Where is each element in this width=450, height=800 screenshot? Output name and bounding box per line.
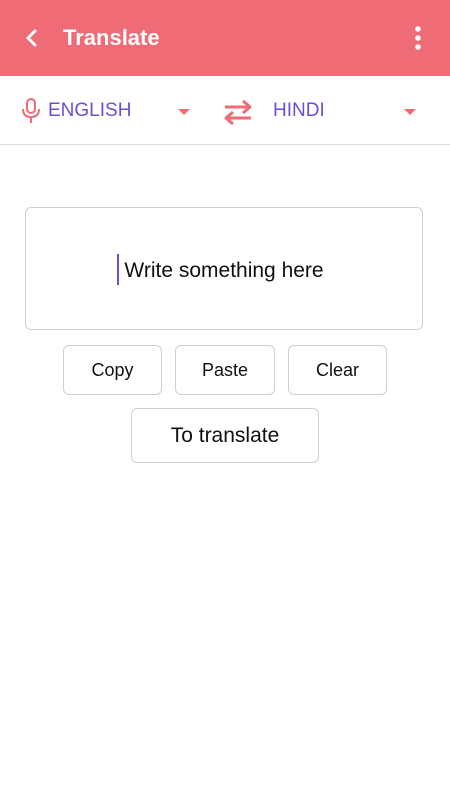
arrow-back-icon bbox=[26, 29, 37, 47]
more-vert-icon bbox=[415, 26, 421, 50]
microphone-icon[interactable] bbox=[20, 98, 42, 124]
text-input-box[interactable]: Write something here bbox=[25, 207, 423, 330]
target-language-select[interactable]: HINDI bbox=[273, 100, 325, 122]
input-placeholder: Write something here bbox=[124, 259, 324, 282]
caret-down-icon[interactable] bbox=[177, 107, 191, 117]
page-title: Translate bbox=[63, 25, 160, 50]
clear-button[interactable]: Clear bbox=[288, 345, 387, 395]
language-selector-bar: ENGLISH HINDI bbox=[0, 76, 450, 145]
source-language-select[interactable]: ENGLISH bbox=[48, 100, 131, 122]
back-button[interactable] bbox=[14, 20, 50, 56]
swap-arrows-icon[interactable] bbox=[222, 99, 254, 125]
caret-down-icon[interactable] bbox=[403, 107, 417, 117]
app-bar: Translate bbox=[0, 0, 450, 76]
translate-screen: Translate ENGLISH HINDI Write something … bbox=[0, 0, 450, 800]
copy-button[interactable]: Copy bbox=[63, 345, 162, 395]
translate-button[interactable]: To translate bbox=[131, 408, 319, 463]
overflow-menu-button[interactable] bbox=[400, 20, 436, 56]
paste-button[interactable]: Paste bbox=[175, 345, 275, 395]
